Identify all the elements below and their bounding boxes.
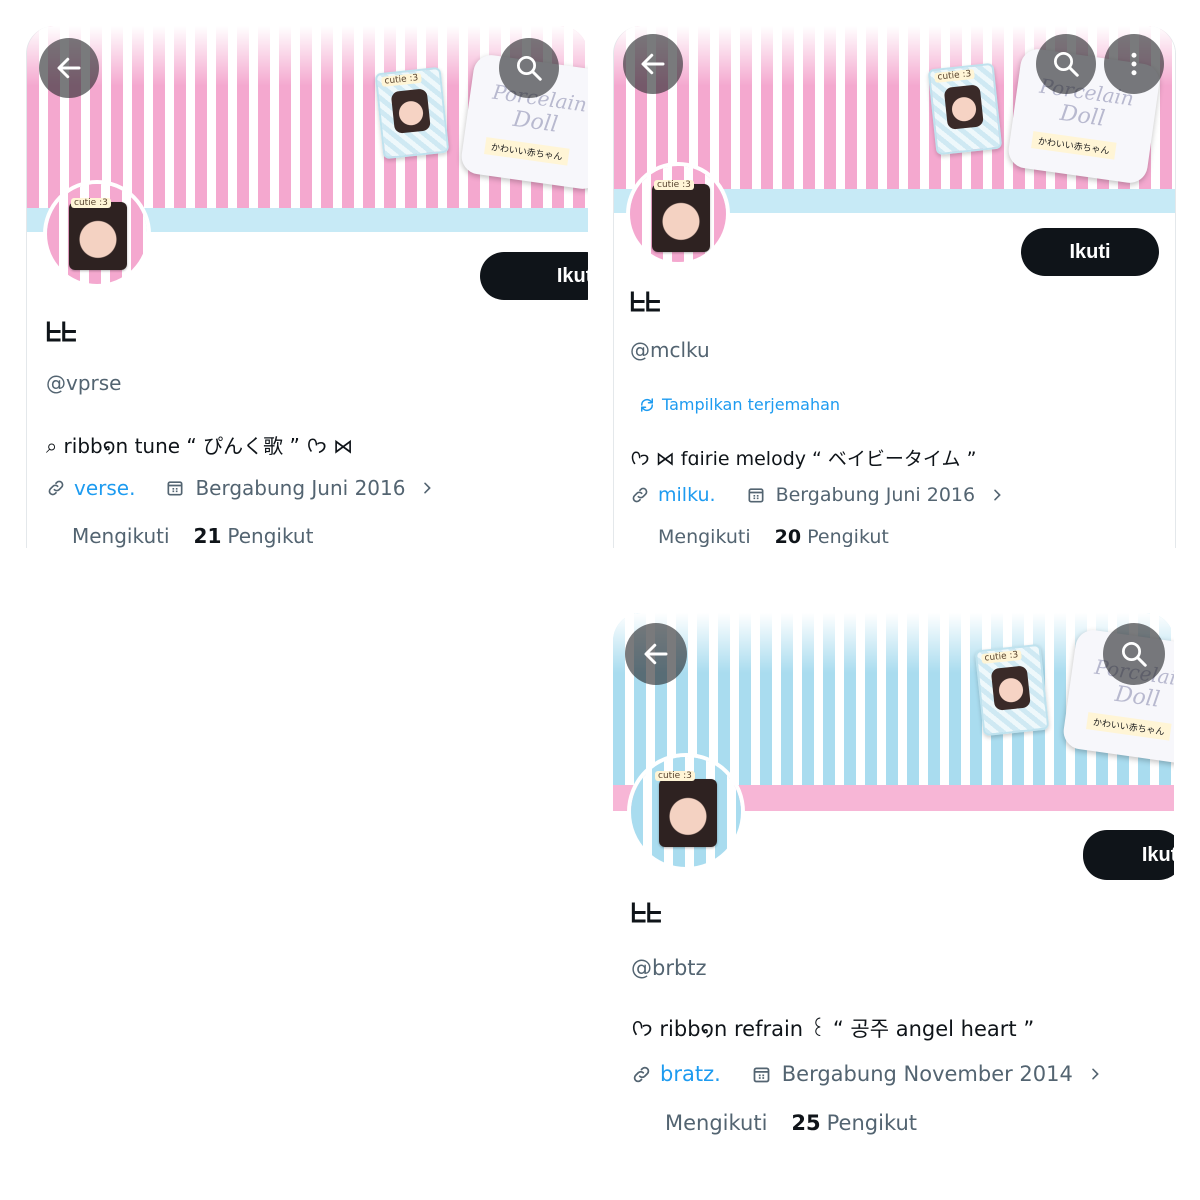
banner-photo-card: cutie :3 (974, 643, 1050, 737)
follow-stats: Mengikuti 21 Pengikut (72, 524, 313, 548)
arrow-left-icon (57, 57, 81, 79)
profile-link[interactable]: verse. (74, 476, 135, 500)
avatar[interactable]: cutie :3 (627, 753, 745, 871)
follow-button[interactable]: Ikuti (1083, 830, 1174, 880)
translate-icon (640, 397, 654, 412)
banner-photo-card: cutie :3 (374, 66, 450, 160)
back-button[interactable] (625, 623, 687, 685)
search-button[interactable] (499, 38, 559, 98)
handle: @vprse (46, 371, 122, 395)
search-button[interactable] (1036, 34, 1096, 94)
bio: ᢉ𐭩 ribb໑n refrain ꒰ “ 공주 angel heart ” (631, 1017, 1035, 1041)
arrow-left-icon (644, 643, 668, 665)
calendar-icon (748, 488, 764, 503)
profile-card-mclku: cutie :3 Porcelain Doll かわいい赤ちゃん cutie :3 … (613, 26, 1176, 548)
calendar-icon (753, 1067, 770, 1082)
following-link[interactable]: Mengikuti (72, 524, 170, 548)
display-name: ᖶᖶ (46, 318, 77, 348)
following-link[interactable]: Mengikuti (658, 526, 751, 548)
follow-stats: Mengikuti 20 Pengikut (658, 526, 889, 548)
follow-stats: Mengikuti 25 Pengikut (665, 1111, 917, 1135)
back-button[interactable] (623, 34, 683, 94)
profile-link[interactable]: bratz. (660, 1062, 721, 1086)
followers-link[interactable]: Pengikut (807, 526, 889, 548)
profile-link[interactable]: milku. (658, 484, 716, 506)
chevron-right-icon[interactable] (419, 480, 435, 496)
link-icon (632, 487, 648, 503)
following-link[interactable]: Mengikuti (665, 1111, 767, 1135)
avatar[interactable]: cutie :3 (43, 180, 151, 288)
joined-date: Bergabung Juni 2016 (775, 484, 976, 506)
search-button[interactable] (1103, 623, 1165, 685)
avatar[interactable]: cutie :3 (626, 162, 730, 266)
chevron-right-icon[interactable] (989, 487, 1005, 503)
profile-meta: milku. Bergabung Juni 2016 (630, 484, 1005, 506)
chevron-right-icon[interactable] (1087, 1066, 1103, 1082)
follow-button[interactable]: Ikuti (1021, 228, 1159, 276)
bio: ᢉ𐭩 ⋈ fɑirie melody “ ベイビータイム ” (630, 448, 977, 470)
joined-date: Bergabung Juni 2016 (195, 476, 406, 500)
more-vertical-icon (1131, 52, 1137, 76)
bio: ⌕ ribb໑n tune “ ぴんく歌 ” ᢉ𐭩 ⋈ (46, 434, 354, 458)
search-icon (1122, 642, 1147, 667)
display-name: ᖶᖶ (630, 288, 661, 318)
profile-card-brbtz: cutie :3 PorcelainDollかわいい赤ちゃん cutie :3 … (613, 613, 1174, 1158)
followers-count[interactable]: 20 (775, 526, 801, 548)
banner-photo-card: cutie :3 (927, 62, 1003, 156)
followers-count[interactable]: 21 (194, 524, 222, 548)
followers-link[interactable]: Pengikut (827, 1111, 917, 1135)
followers-count[interactable]: 25 (791, 1111, 820, 1135)
link-icon (633, 1066, 650, 1082)
profile-meta: bratz. Bergabung November 2014 (631, 1062, 1103, 1086)
profile-card-vprse: cutie :3 Porcelain Doll かわいい赤ちゃん cutie :3 … (26, 26, 588, 548)
search-icon (1054, 52, 1079, 77)
handle: @mclku (630, 338, 710, 362)
calendar-icon (167, 481, 183, 496)
search-icon (517, 56, 542, 81)
profile-meta: verse. Bergabung Juni 2016 (46, 476, 435, 500)
back-button[interactable] (39, 38, 99, 98)
more-button[interactable] (1104, 34, 1164, 94)
display-name: ᖶᖶ (631, 899, 662, 929)
joined-date: Bergabung November 2014 (781, 1062, 1073, 1086)
followers-link[interactable]: Pengikut (227, 524, 313, 548)
translate-link[interactable]: Tampilkan terjemahan (638, 395, 840, 414)
link-icon (48, 480, 64, 496)
follow-button[interactable]: Ikuti (480, 252, 588, 300)
handle: @brbtz (631, 956, 707, 980)
arrow-left-icon (641, 53, 665, 75)
